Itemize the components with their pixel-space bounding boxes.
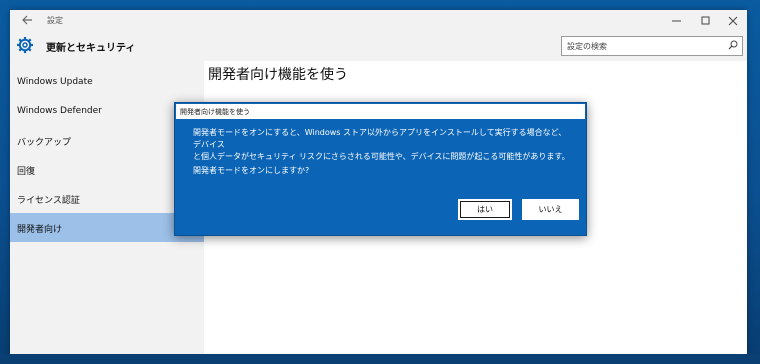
dialog-title: 開発者向け機能を使う xyxy=(180,108,250,116)
sidebar-item-label: 開発者向け xyxy=(17,225,63,235)
gear-icon xyxy=(17,37,33,53)
taskbar-edge xyxy=(0,354,760,364)
page-category-title: 更新とセキュリティ xyxy=(46,43,136,54)
sidebar-item-label: Windows Defender xyxy=(17,106,102,116)
settings-header: 更新とセキュリティ xyxy=(10,31,204,61)
close-button[interactable] xyxy=(721,10,745,31)
sidebar-item-label: 回復 xyxy=(17,167,36,177)
developer-mode-dialog: 開発者向け機能を使う 開発者モードをオンにすると、Windows ストア以外から… xyxy=(174,102,587,236)
dialog-message-line: と個人データがセキュリティ リスクにさらされる可能性や、デバイスに問題が起こる可… xyxy=(193,152,570,161)
sidebar-item-label: Windows Update xyxy=(17,77,93,87)
dialog-message-line: 開発者モードをオンにすると、Windows ストア以外からアプリをインストールし… xyxy=(193,128,567,149)
sidebar-item-windows-update[interactable]: Windows Update xyxy=(10,68,204,97)
dialog-message: 開発者モードをオンにすると、Windows ストア以外からアプリをインストールし… xyxy=(193,127,573,163)
page-title: 開発者向け機能を使う xyxy=(208,67,348,83)
dialog-titlebar: 開発者向け機能を使う xyxy=(176,104,585,119)
no-button[interactable]: いいえ xyxy=(522,199,579,220)
window-title: 設定 xyxy=(47,16,63,25)
yes-button[interactable]: はい xyxy=(458,199,512,220)
search-placeholder: 設定の検索 xyxy=(567,42,607,51)
search-input[interactable]: 設定の検索 xyxy=(561,36,743,56)
maximize-button[interactable] xyxy=(694,10,718,31)
search-icon[interactable] xyxy=(728,40,738,50)
back-arrow-icon[interactable] xyxy=(21,13,33,27)
sidebar-item-label: バックアップ xyxy=(17,138,72,148)
dialog-question: 開発者モードをオンにしますか? xyxy=(193,166,310,175)
sidebar-item-label: ライセンス認証 xyxy=(17,196,80,206)
minimize-button[interactable] xyxy=(665,10,689,31)
window-titlebar: 設定 xyxy=(10,10,747,31)
